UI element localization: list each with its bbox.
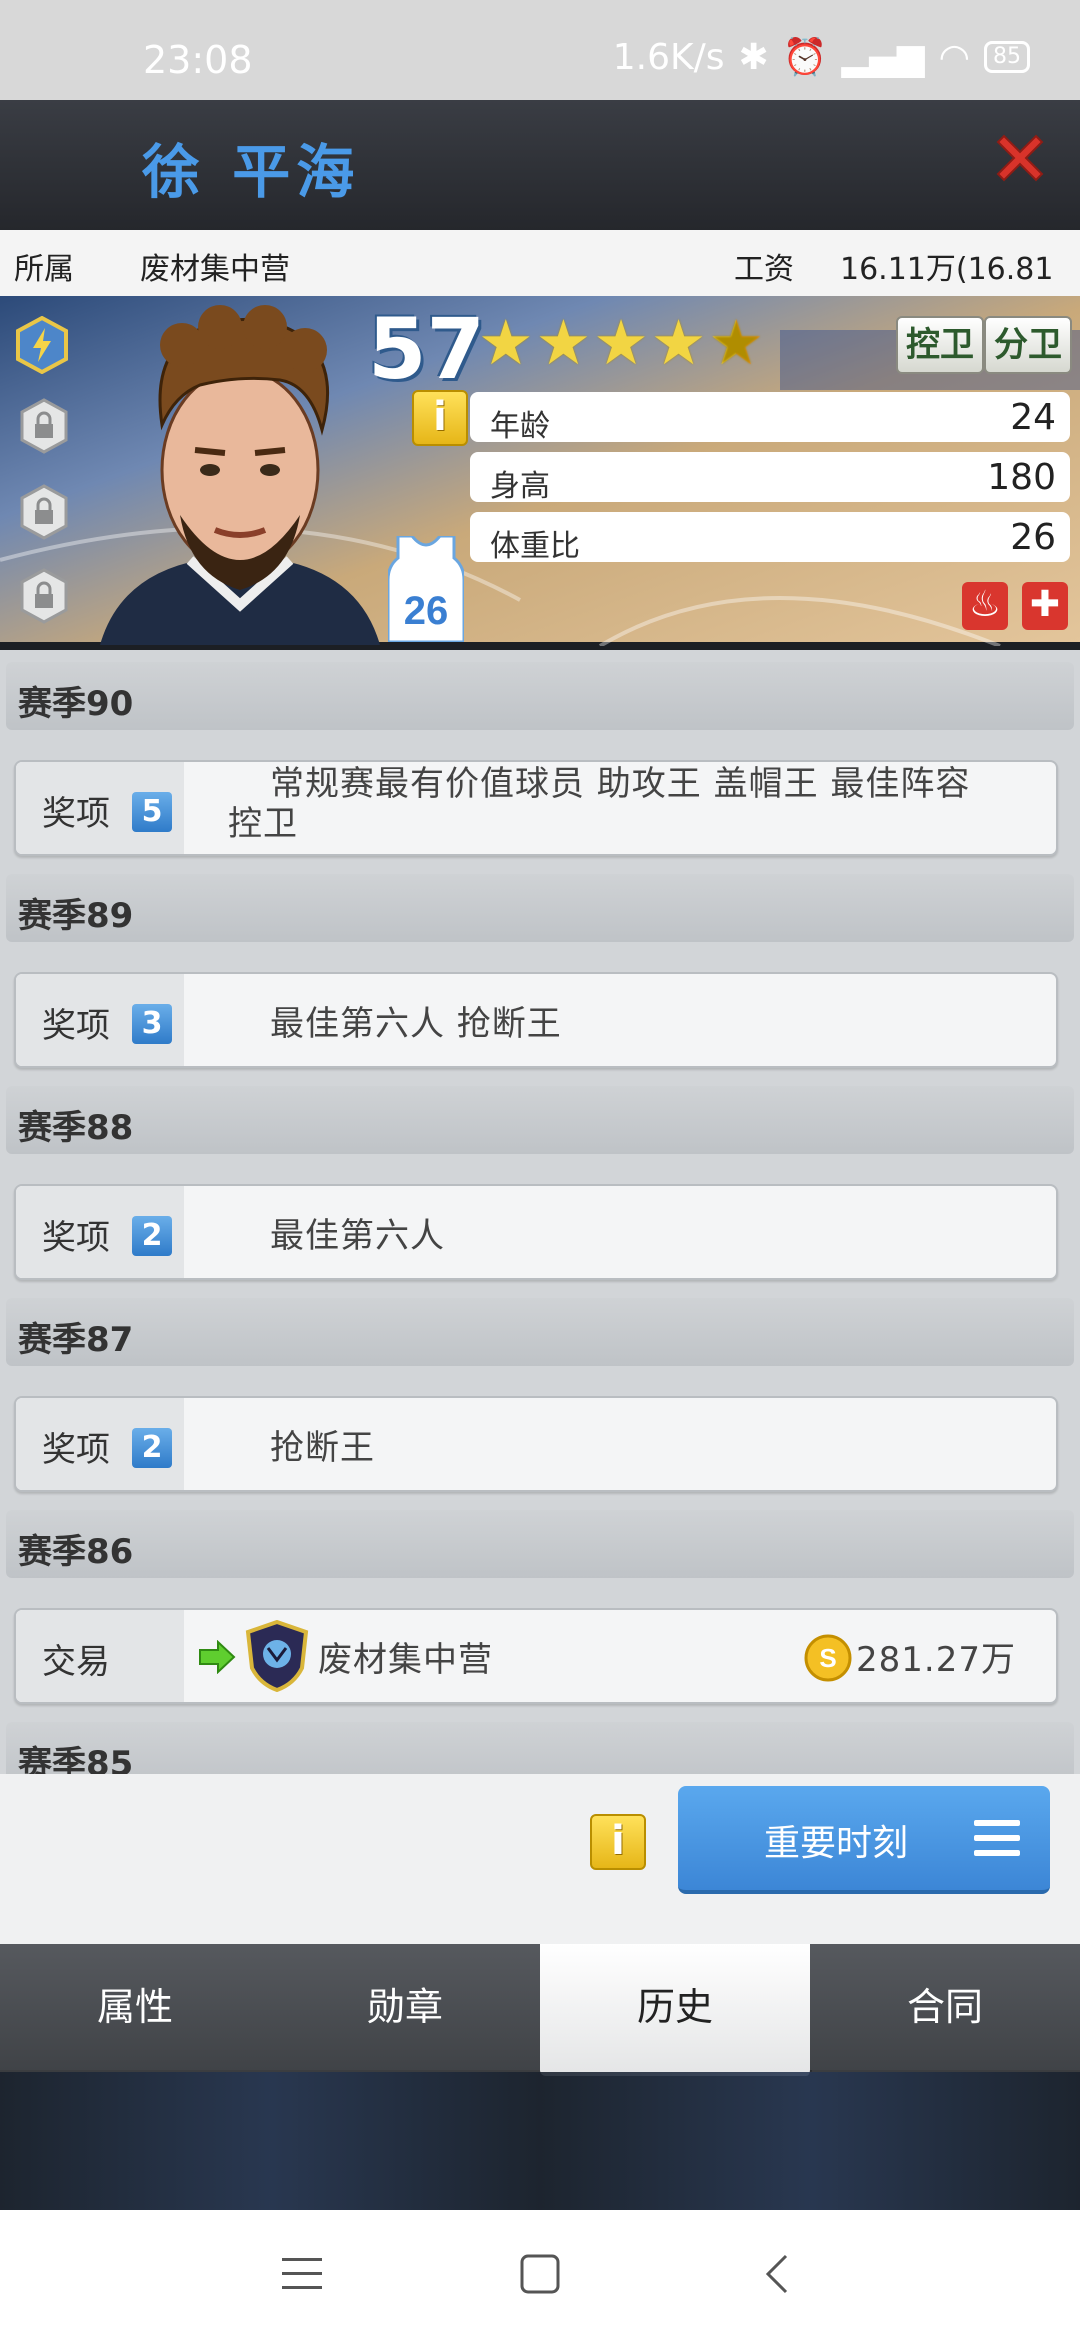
- position-tag-sg: 分卫: [984, 316, 1072, 374]
- award-entry[interactable]: 奖项 5 常规赛最有价值球员 助攻王 盖帽王 最佳阵容 控卫: [14, 760, 1058, 856]
- stat-label: 身高: [490, 469, 550, 504]
- entry-type-label: 奖项: [42, 1006, 110, 1046]
- star-rating: ★ ★ ★ ★ ★: [478, 312, 764, 374]
- history-list[interactable]: 赛季90 奖项 5 常规赛最有价值球员 助攻王 盖帽王 最佳阵容 控卫 赛季89…: [0, 650, 1080, 1774]
- stat-value: 26: [1010, 517, 1056, 558]
- entry-type-label: 奖项: [42, 1218, 110, 1258]
- player-name: 徐 平海: [142, 138, 361, 206]
- tab-medals[interactable]: 勋章: [270, 1944, 542, 2070]
- award-entry[interactable]: 奖项 2 抢断王: [14, 1396, 1058, 1492]
- player-info-row: 所属 废材集中营 工资 16.11万(16.81万): [0, 230, 1080, 331]
- signal-icon: ▂▄▆: [841, 36, 925, 78]
- stat-height: 身高 180: [470, 452, 1070, 504]
- blurred-background: [0, 2072, 1080, 2210]
- recents-menu-icon[interactable]: [282, 2256, 322, 2292]
- award-count-badge: 2: [132, 1428, 172, 1468]
- position-tag-pg: 控卫: [896, 316, 984, 374]
- tab-attributes[interactable]: 属性: [0, 1944, 272, 2070]
- coin-icon: S: [804, 1634, 852, 1682]
- stat-label: 年龄: [490, 409, 550, 444]
- tab-contract[interactable]: 合同: [810, 1944, 1080, 2070]
- star-icon: ★: [650, 306, 707, 379]
- player-avatar: [100, 305, 380, 645]
- season-header: 赛季88: [6, 1086, 1074, 1154]
- arrow-right-icon: [199, 1640, 236, 1674]
- locked-slot-icon[interactable]: [20, 398, 68, 454]
- team-name: 废材集中营: [140, 252, 290, 287]
- award-count-badge: 5: [132, 792, 172, 832]
- salary-label: 工资: [734, 252, 794, 287]
- entry-type-label: 奖项: [42, 1430, 110, 1470]
- star-icon: ★: [478, 306, 534, 379]
- award-text: 最佳第六人 抢断王: [270, 1004, 562, 1044]
- star-icon: ★: [593, 306, 649, 379]
- season-header: 赛季90: [6, 662, 1074, 730]
- status-time: 23:08: [143, 38, 253, 82]
- entry-type-label: 交易: [42, 1642, 110, 1682]
- trade-amount: 281.27万: [856, 1640, 1016, 1680]
- locked-slot-icon[interactable]: [20, 568, 68, 624]
- network-speed: 1.6K/s: [612, 36, 725, 78]
- season-header: 赛季89: [6, 874, 1074, 942]
- battery-icon: 85: [984, 41, 1030, 73]
- overall-rating: 57: [368, 300, 485, 398]
- season-header: 赛季85: [6, 1722, 1074, 1774]
- trade-entry[interactable]: 交易 废材集中营 S 281.27万: [14, 1608, 1058, 1704]
- close-icon[interactable]: [990, 128, 1050, 188]
- team-label: 所属: [14, 252, 74, 287]
- back-icon[interactable]: [764, 2254, 790, 2294]
- trade-team-name: 废材集中营: [318, 1640, 493, 1680]
- medical-icon[interactable]: ✚: [1022, 582, 1068, 630]
- menu-icon: [974, 1820, 1020, 1856]
- jersey-number: 26: [404, 589, 449, 633]
- stat-label: 体重比: [490, 529, 580, 564]
- jersey-icon: 26: [388, 536, 464, 642]
- award-count-badge: 3: [132, 1004, 172, 1044]
- status-icons: 1.6K/s ✱ ⏰ ▂▄▆ ◠ 85: [613, 36, 1030, 78]
- home-icon[interactable]: [520, 2254, 560, 2294]
- svg-text:S: S: [819, 1643, 836, 1673]
- award-entry[interactable]: 奖项 2 最佳第六人: [14, 1184, 1058, 1280]
- award-text: 抢断王: [270, 1428, 375, 1468]
- stat-weight-ratio: 体重比 26: [470, 512, 1070, 564]
- award-entry[interactable]: 奖项 3 最佳第六人 抢断王: [14, 972, 1058, 1068]
- season-header: 赛季87: [6, 1298, 1074, 1366]
- season-header: 赛季86: [6, 1510, 1074, 1578]
- key-moments-button[interactable]: 重要时刻: [678, 1786, 1050, 1894]
- half-star-icon: ★: [708, 306, 764, 379]
- stat-age: 年龄 24: [470, 392, 1070, 444]
- locked-slot-icon[interactable]: [20, 484, 68, 540]
- award-count-badge: 2: [132, 1216, 172, 1256]
- team-logo-icon: [245, 1620, 309, 1692]
- award-text: 常规赛最有价值球员 助攻王 盖帽王 最佳阵容 控卫: [228, 764, 971, 844]
- stat-value: 24: [1010, 397, 1056, 438]
- stat-value: 180: [987, 457, 1056, 498]
- bluetooth-icon: ✱: [738, 36, 769, 78]
- alarm-icon: ⏰: [782, 37, 828, 78]
- star-icon: ★: [535, 306, 592, 379]
- wifi-icon: ◠: [938, 36, 970, 78]
- key-moments-label: 重要时刻: [764, 1823, 909, 1864]
- badge-lightning-icon[interactable]: [16, 316, 68, 374]
- entry-type-label: 奖项: [42, 794, 110, 834]
- fire-icon[interactable]: ♨: [962, 582, 1008, 630]
- tab-history[interactable]: 历史: [540, 1944, 812, 2076]
- award-text: 最佳第六人: [270, 1216, 445, 1256]
- info-icon[interactable]: i: [590, 1814, 646, 1870]
- info-icon[interactable]: i: [412, 390, 468, 446]
